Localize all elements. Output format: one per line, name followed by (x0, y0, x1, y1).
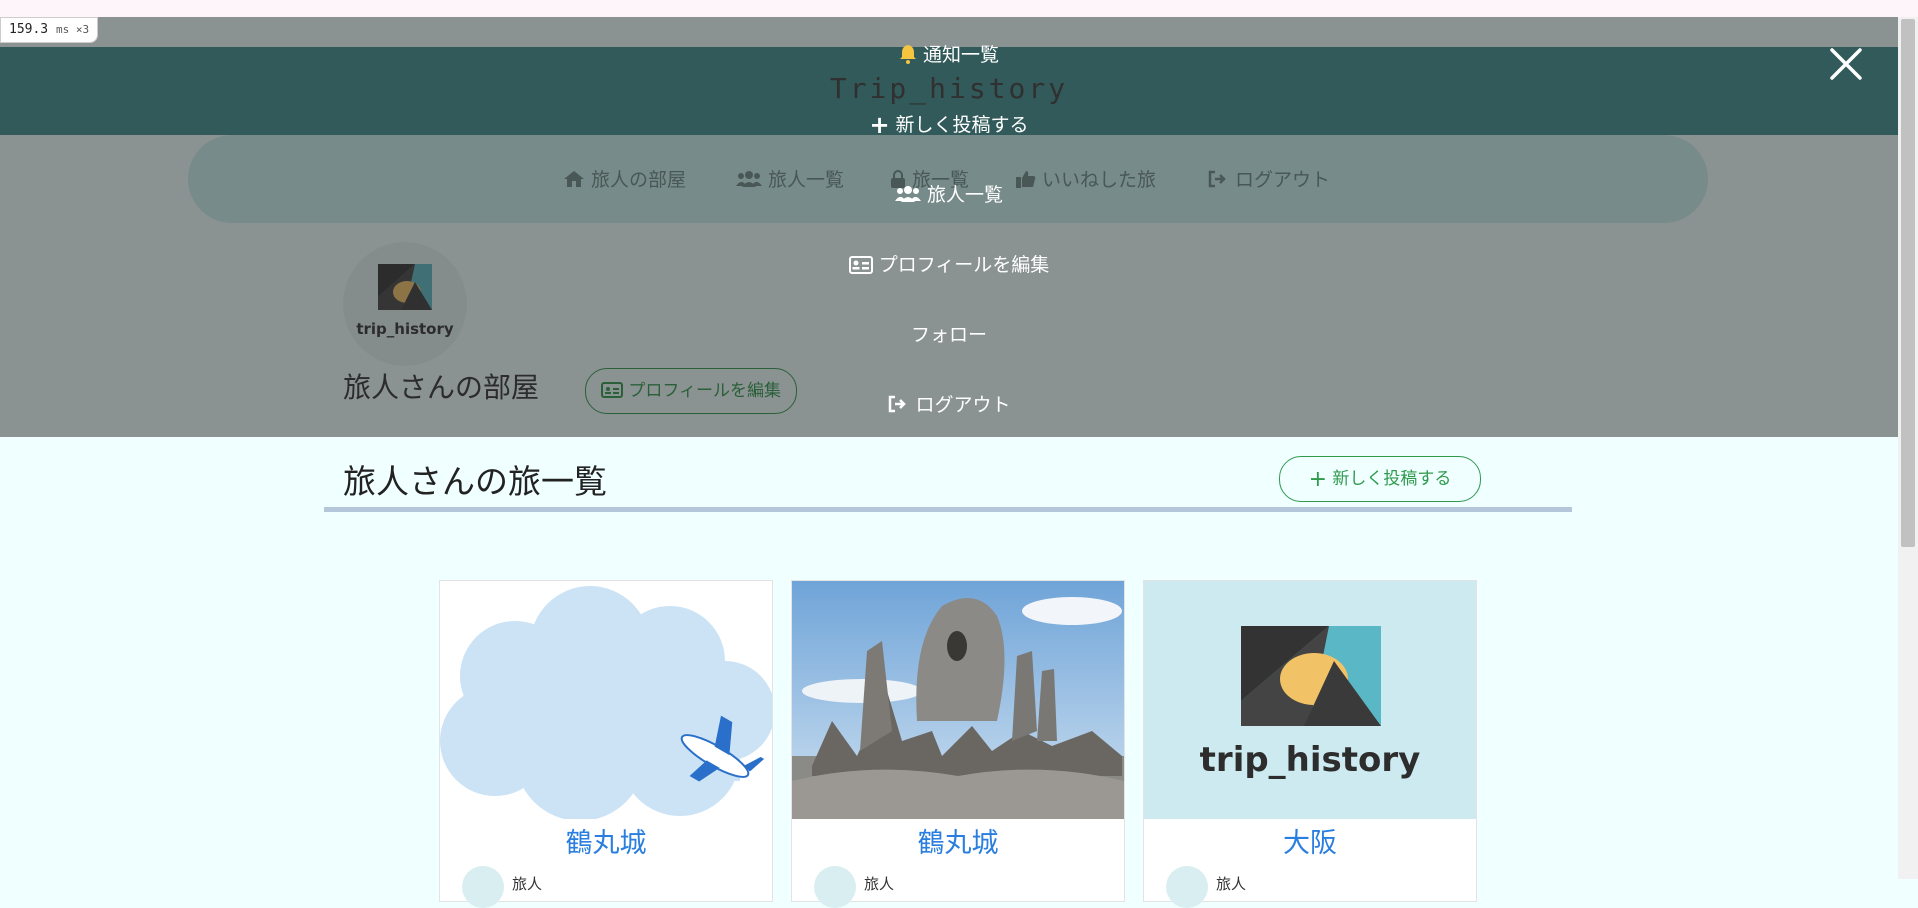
menu-item-label: ログアウト (915, 394, 1011, 416)
id-card-icon (848, 256, 873, 274)
svg-text:trip_history: trip_history (1200, 740, 1421, 780)
trip-card-title[interactable]: 鶴丸城 (792, 821, 1124, 860)
bell-icon (899, 45, 916, 64)
scrollbar[interactable] (1898, 17, 1918, 879)
menu-item-logout[interactable]: ログアウト (0, 390, 1898, 417)
users-icon (894, 186, 921, 202)
cloud-airplane-icon (440, 581, 772, 819)
trip-card-title[interactable]: 鶴丸城 (440, 821, 772, 860)
section-title: 旅人さんの旅一覧 (343, 462, 607, 501)
author-avatar (462, 866, 504, 908)
author-name: 旅人 (864, 875, 895, 893)
stone-monument-icon (792, 581, 1124, 819)
section-divider (324, 507, 1572, 512)
sign-out-icon (889, 395, 907, 413)
trip-history-logo-icon: trip_history (1144, 581, 1476, 819)
author-avatar (1166, 866, 1208, 908)
author-avatar (814, 866, 856, 908)
menu-item-follow[interactable]: フォロー (0, 320, 1898, 347)
menu-item-edit-profile[interactable]: プロフィールを編集 (0, 250, 1898, 277)
menu-item-label: プロフィールを編集 (878, 254, 1050, 276)
menu-item-new-post[interactable]: + 新しく投稿する (0, 110, 1898, 139)
menu-item-label: 新しく投稿する (895, 114, 1029, 136)
close-icon[interactable] (1828, 46, 1864, 82)
menu-overlay[interactable] (0, 17, 1898, 437)
trip-card[interactable]: 鶴丸城 旅人 (439, 580, 773, 908)
trip-card[interactable]: 鶴丸城 旅人 (791, 580, 1125, 908)
browser-top-strip (0, 0, 1918, 17)
new-post-button[interactable]: + 新しく投稿する (1279, 456, 1481, 502)
plus-icon: + (869, 111, 890, 139)
menu-item-label: 旅人一覧 (926, 184, 1003, 206)
menu-item-notifications[interactable]: 通知一覧 (0, 40, 1898, 67)
plus-icon: + (1308, 467, 1328, 492)
new-post-label: 新しく投稿する (1332, 469, 1452, 489)
trip-card-image (792, 581, 1124, 819)
author-name: 旅人 (1216, 875, 1247, 893)
menu-item-label: 通知一覧 (922, 44, 999, 66)
menu-item-label: フォロー (910, 324, 987, 346)
trip-card-image: trip_history (1144, 581, 1476, 819)
perf-badge: 159.3 ms ×3 (0, 17, 99, 43)
trip-card-image (440, 581, 772, 819)
perf-unit: ms ×3 (55, 23, 90, 36)
trip-card-title[interactable]: 大阪 (1144, 821, 1476, 860)
scrollbar-thumb[interactable] (1901, 19, 1915, 547)
perf-value: 159.3 (9, 22, 49, 37)
trip-card[interactable]: trip_history 大阪 旅人 (1143, 580, 1477, 908)
menu-item-travelers[interactable]: 旅人一覧 (0, 180, 1898, 207)
author-name: 旅人 (512, 875, 543, 893)
